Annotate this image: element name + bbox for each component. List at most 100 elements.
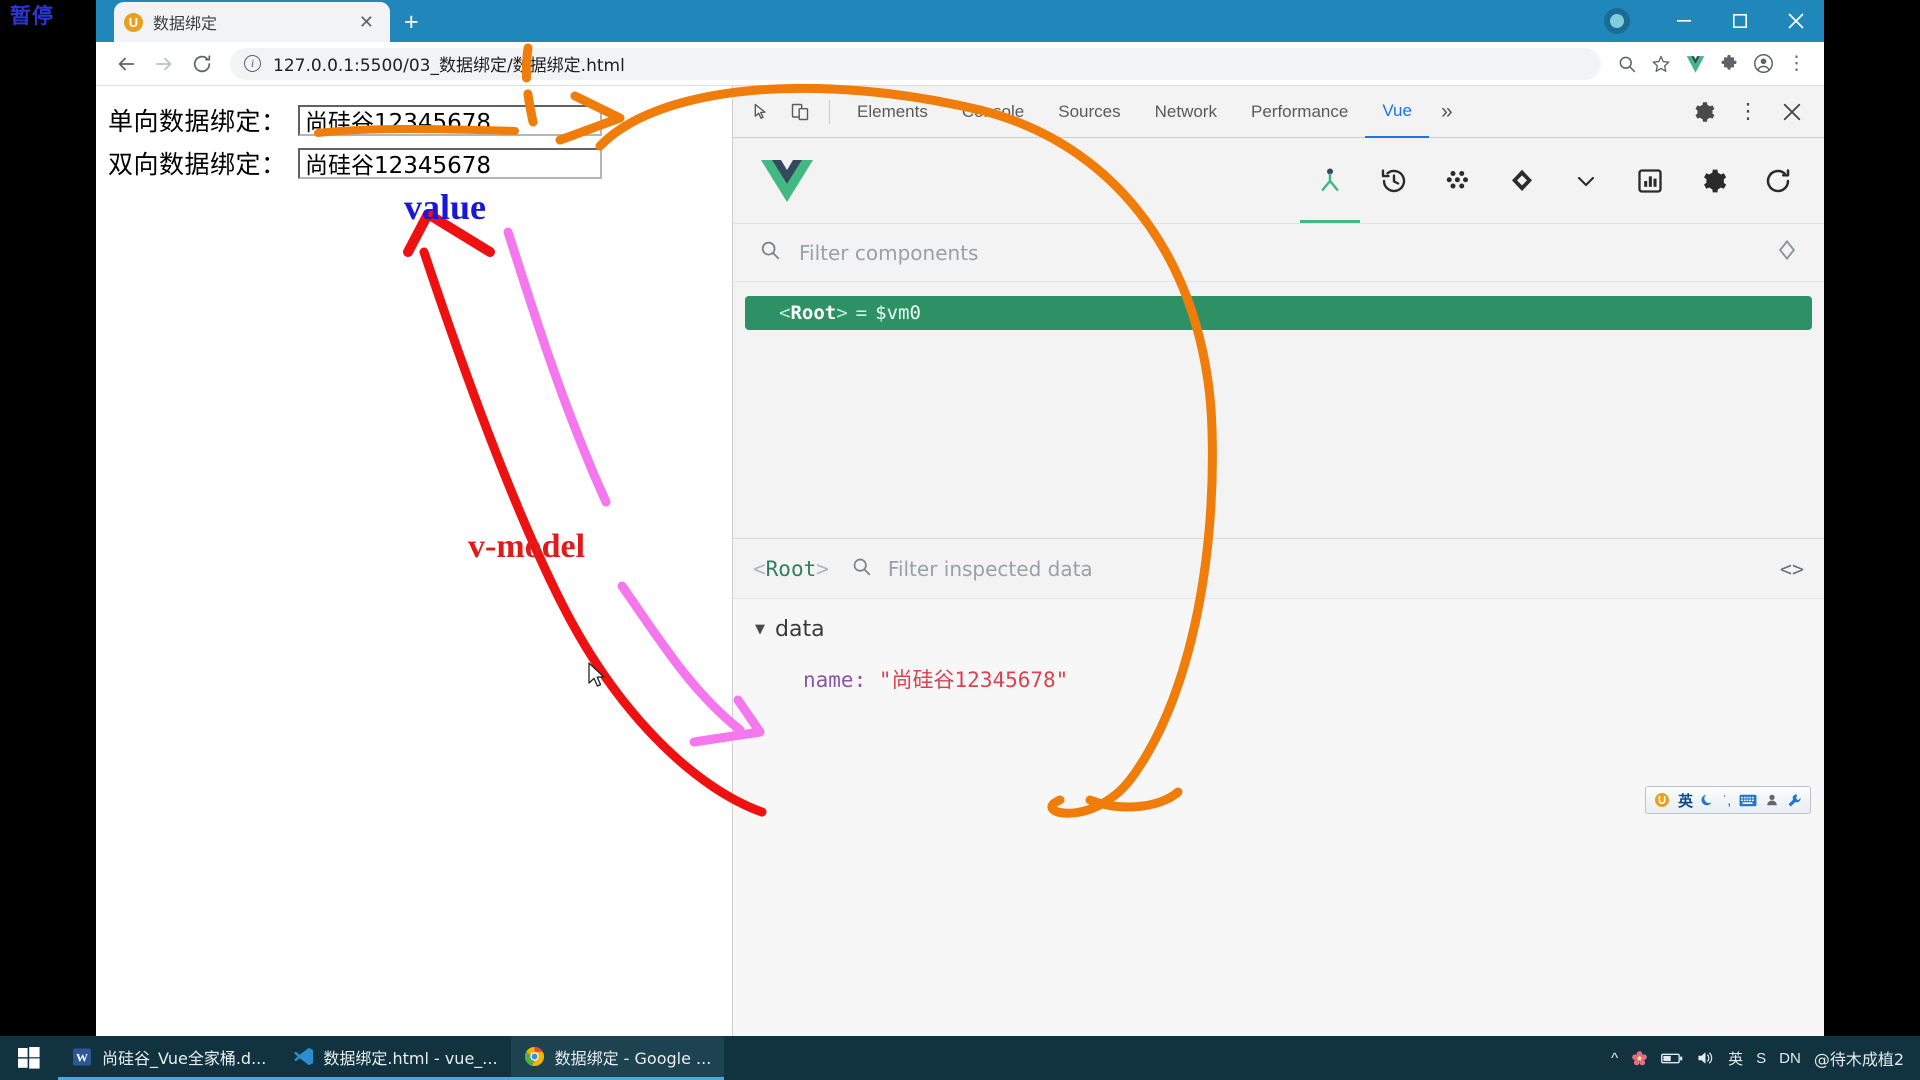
vuex-icon[interactable] — [1438, 161, 1478, 201]
ime-floating-bar[interactable]: 英 ˙, — [1645, 786, 1811, 814]
settings-gear-icon[interactable] — [1694, 161, 1734, 201]
angle-close: > — [836, 302, 848, 324]
web-page: 单向数据绑定： 双向数据绑定： — [96, 86, 733, 1044]
zoom-search-icon[interactable] — [1611, 48, 1643, 80]
browser-window: U 数据绑定 ✕ + i 127.0.0.1:5500/03_数据绑定/数据绑定… — [96, 0, 1824, 1044]
new-tab-button[interactable]: + — [404, 10, 419, 35]
taskbar-item-label: 尚硅谷_Vue全家桶.d... — [102, 1048, 267, 1068]
svg-text:W: W — [76, 1050, 88, 1064]
word-icon: W — [71, 1046, 93, 1068]
ime-mode-label[interactable]: 英 — [1678, 790, 1693, 811]
devtools-panel: Elements Console Sources Network Perform… — [733, 86, 1824, 1044]
vue-devtools-extension-icon[interactable] — [1679, 48, 1711, 80]
refresh-icon[interactable] — [1758, 161, 1798, 201]
close-button[interactable] — [1768, 0, 1824, 42]
three-dot-menu-icon[interactable]: ⋮ — [1726, 93, 1770, 131]
back-arrow-icon[interactable] — [108, 46, 144, 82]
browser-tab[interactable]: U 数据绑定 ✕ — [114, 2, 390, 42]
performance-bars-icon[interactable] — [1630, 161, 1670, 201]
routes-icon[interactable] — [1502, 161, 1542, 201]
devtools-tabbar: Elements Console Sources Network Perform… — [733, 86, 1824, 138]
ime-dn-indicator[interactable]: DN — [1779, 1050, 1801, 1067]
tab-performance[interactable]: Performance — [1234, 86, 1365, 138]
component-name: Root — [790, 302, 837, 324]
star-icon[interactable] — [1645, 48, 1677, 80]
taskbar-item-vscode[interactable]: 数据绑定.html - vue_... — [279, 1036, 511, 1080]
property-key: name — [803, 668, 854, 692]
tab-network[interactable]: Network — [1138, 86, 1234, 138]
minimize-button[interactable] — [1656, 0, 1712, 42]
tab-sources[interactable]: Sources — [1041, 86, 1137, 138]
battery-icon[interactable] — [1661, 1052, 1683, 1065]
more-tabs-icon[interactable]: » — [1429, 100, 1465, 124]
forward-arrow-icon[interactable] — [146, 46, 182, 82]
volume-icon[interactable] — [1696, 1050, 1715, 1066]
property-value: "尚硅谷12345678" — [878, 668, 1069, 692]
tab-elements[interactable]: Elements — [840, 86, 945, 138]
chrome-icon — [524, 1046, 546, 1068]
window-controls — [1604, 0, 1824, 42]
vm-instance-label: $vm0 — [875, 302, 921, 324]
pause-watermark: 暂停 — [10, 5, 54, 28]
filter-components-input[interactable]: Filter components — [799, 241, 978, 265]
ime-s-indicator[interactable]: S — [1756, 1050, 1766, 1067]
inspector-search[interactable]: Filter inspected data — [851, 556, 1093, 582]
timeline-history-icon[interactable] — [1374, 161, 1414, 201]
vue-component-tree: < Root > = $vm0 — [733, 282, 1824, 538]
divider — [829, 99, 830, 124]
flower-tray-icon[interactable] — [1631, 1050, 1648, 1067]
browser-toolbar: i 127.0.0.1:5500/03_数据绑定/数据绑定.html ⋮ — [96, 42, 1824, 86]
taskbar-item-label: 数据绑定 - Google ... — [554, 1048, 712, 1068]
filter-inspected-data-input[interactable]: Filter inspected data — [888, 557, 1093, 581]
keyboard-icon[interactable] — [1739, 794, 1757, 807]
device-toolbar-icon[interactable] — [781, 93, 819, 131]
one-way-binding-row: 单向数据绑定： — [108, 102, 732, 138]
taskbar-item-word[interactable]: W 尚硅谷_Vue全家桶.d... — [58, 1036, 280, 1080]
close-icon[interactable] — [1770, 93, 1814, 131]
chevron-down-icon[interactable] — [1566, 161, 1606, 201]
inspector-group-data[interactable]: ▼ data — [755, 617, 1824, 642]
caret-down-icon[interactable]: ▼ — [755, 622, 765, 637]
angle-open: < — [779, 302, 791, 324]
taskbar-item-chrome[interactable]: 数据绑定 - Google ... — [510, 1036, 725, 1080]
select-target-icon[interactable] — [1776, 239, 1798, 266]
windows-start-icon[interactable] — [0, 1036, 58, 1080]
reload-icon[interactable] — [184, 46, 220, 82]
tab-console[interactable]: Console — [945, 86, 1041, 138]
site-info-icon[interactable]: i — [244, 55, 261, 72]
maximize-button[interactable] — [1712, 0, 1768, 42]
vue-app-icon: U — [124, 12, 143, 32]
inspector-body: ▼ data name: "尚硅谷12345678" — [733, 599, 1824, 1044]
search-icon — [759, 239, 781, 266]
wrench-icon[interactable] — [1787, 793, 1802, 808]
url-text: 127.0.0.1:5500/03_数据绑定/数据绑定.html — [273, 56, 625, 76]
one-way-binding-label: 单向数据绑定： — [108, 107, 287, 136]
punctuation-icon[interactable]: ˙, — [1723, 793, 1731, 808]
screen: 暂停 U 数据绑定 ✕ + i 127.0.0.1:5500/03_数据绑定/数… — [0, 0, 1920, 1080]
open-in-editor-icon[interactable]: <> — [1780, 557, 1804, 581]
vue-tool-icons — [1300, 161, 1798, 223]
ime-logo-icon[interactable] — [1654, 792, 1670, 808]
two-way-binding-label: 双向数据绑定： — [108, 150, 287, 179]
one-way-binding-input[interactable] — [298, 104, 602, 136]
moon-icon[interactable] — [1701, 793, 1715, 807]
address-bar[interactable]: i 127.0.0.1:5500/03_数据绑定/数据绑定.html — [230, 47, 1601, 80]
two-way-binding-input[interactable] — [298, 147, 602, 179]
inspect-element-icon[interactable] — [743, 93, 781, 131]
components-tree-icon[interactable] — [1300, 161, 1360, 223]
three-dot-menu-icon[interactable]: ⋮ — [1781, 53, 1812, 73]
vue-devtools-header — [733, 138, 1824, 224]
extensions-puzzle-icon[interactable] — [1713, 48, 1745, 80]
user-icon[interactable] — [1765, 793, 1779, 807]
chevron-up-icon[interactable]: ^ — [1611, 1050, 1618, 1067]
gear-icon[interactable] — [1682, 93, 1726, 131]
vue-filter-bar: Filter components — [733, 224, 1824, 282]
ime-mode-indicator[interactable]: 英 — [1728, 1048, 1743, 1069]
profile-avatar-icon[interactable] — [1747, 48, 1779, 80]
component-tree-row-root[interactable]: < Root > = $vm0 — [745, 296, 1812, 330]
close-icon[interactable]: ✕ — [353, 12, 380, 33]
system-tray: ^ 英 S DN @待木成植2 — [1611, 1046, 1920, 1070]
tab-vue[interactable]: Vue — [1365, 86, 1429, 138]
profile-avatar-icon[interactable] — [1604, 8, 1630, 34]
inspector-property-name[interactable]: name: "尚硅谷12345678" — [755, 664, 1824, 694]
